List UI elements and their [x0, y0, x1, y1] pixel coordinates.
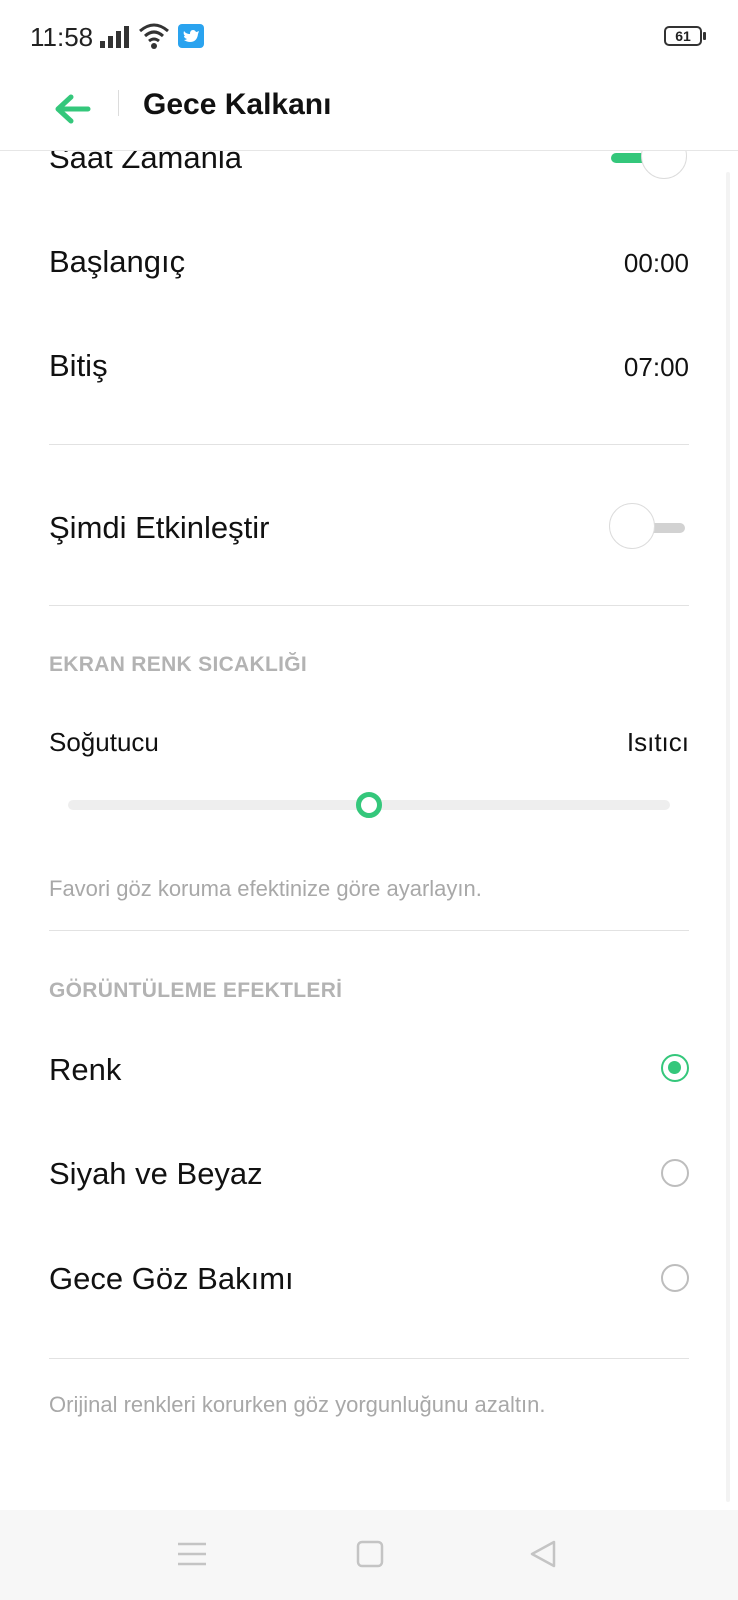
- status-bar: 11:58 61: [0, 0, 738, 70]
- settings-content: Saat Zamanla Başlangıç 00:00 Bitiş 07:00…: [0, 150, 738, 1510]
- app-header: Gece Kalkanı: [0, 70, 738, 151]
- color-temperature-slider[interactable]: [68, 790, 670, 820]
- twitter-icon: [178, 24, 204, 48]
- header-divider: [118, 90, 119, 116]
- schedule-label: Saat Zamanla: [49, 150, 242, 175]
- menu-lines-icon[interactable]: [174, 1538, 210, 1570]
- activate-now-toggle[interactable]: [609, 503, 689, 553]
- battery-indicator: 61: [664, 26, 702, 46]
- cooler-label: Soğutucu: [49, 727, 159, 757]
- divider: [49, 930, 689, 931]
- triangle-back-icon[interactable]: [526, 1538, 562, 1570]
- color-temperature-section-title: EKRAN RENK SICAKLIĞI: [49, 653, 308, 676]
- start-time-label[interactable]: Başlangıç: [49, 244, 185, 280]
- toggle-knob: [641, 150, 687, 179]
- slider-thumb[interactable]: [356, 792, 382, 818]
- square-home-icon[interactable]: [352, 1538, 388, 1570]
- divider: [49, 1358, 689, 1359]
- scrollbar[interactable]: [726, 172, 730, 1502]
- warmer-label: Isıtıcı: [626, 727, 689, 757]
- effect-option-night-care-label[interactable]: Gece Göz Bakımı: [49, 1261, 294, 1297]
- activate-now-label: Şimdi Etkinleştir: [49, 510, 270, 545]
- effect-option-bw-radio[interactable]: [661, 1159, 689, 1187]
- color-temperature-hint: Favori göz koruma efektinize göre ayarla…: [49, 876, 482, 901]
- system-nav-bar: [0, 1510, 738, 1600]
- page-title: Gece Kalkanı: [143, 88, 332, 121]
- effect-option-night-care-radio[interactable]: [661, 1264, 689, 1292]
- wifi-icon: [139, 23, 169, 49]
- effect-option-color-label[interactable]: Renk: [49, 1052, 121, 1088]
- display-effects-section-title: GÖRÜNTÜLEME EFEKTLERİ: [49, 979, 343, 1002]
- divider: [49, 605, 689, 606]
- status-time: 11:58: [30, 22, 94, 52]
- start-time-value[interactable]: 00:00: [624, 248, 689, 279]
- back-arrow-icon[interactable]: [48, 84, 98, 134]
- effect-option-color-radio[interactable]: [661, 1054, 689, 1082]
- toggle-knob: [609, 503, 655, 549]
- schedule-toggle[interactable]: [609, 150, 689, 183]
- end-time-value[interactable]: 07:00: [624, 352, 689, 383]
- battery-tip: [703, 32, 706, 40]
- divider: [49, 444, 689, 445]
- end-time-label[interactable]: Bitiş: [49, 348, 108, 384]
- effect-option-bw-label[interactable]: Siyah ve Beyaz: [49, 1156, 263, 1192]
- display-effects-hint: Orijinal renkleri korurken göz yorgunluğ…: [49, 1392, 546, 1417]
- signal-bars-icon: [100, 26, 129, 48]
